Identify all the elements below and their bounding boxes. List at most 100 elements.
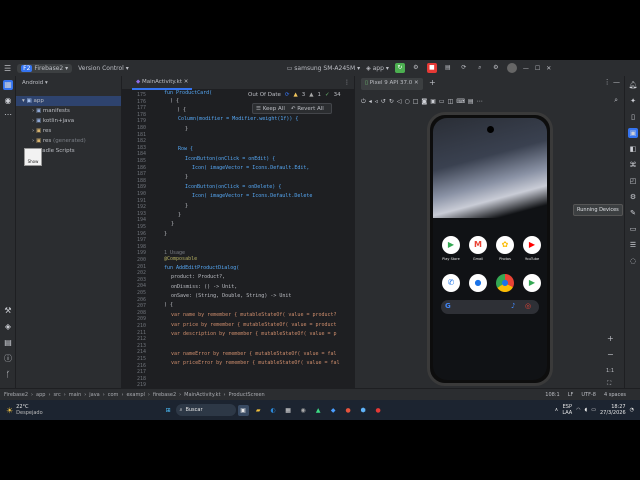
app-icon-4[interactable]: ⬢ — [358, 405, 369, 416]
device-selector[interactable]: ▭ samsung SM-A245M ▾ — [287, 65, 360, 72]
taskbar-search[interactable]: ⌕ Buscar — [175, 404, 236, 416]
stop-icon[interactable]: ■ — [426, 63, 437, 73]
problems-icon[interactable]: ⓘ — [3, 354, 13, 364]
wifi-icon[interactable]: ◠ — [576, 407, 580, 413]
breadcrumb-item[interactable]: com — [108, 392, 119, 398]
mic-icon[interactable]: ♪ — [511, 302, 515, 310]
play-games-icon[interactable]: ▶ — [523, 274, 541, 292]
breadcrumb-item[interactable]: Firebase2 — [4, 392, 28, 398]
settings-icon[interactable]: ⚙ — [491, 63, 501, 73]
device-explorer-icon[interactable]: ◧ — [628, 144, 638, 154]
git-icon[interactable]: ᚴ — [3, 370, 13, 380]
messages-icon[interactable]: ● — [469, 274, 487, 292]
maximize-icon[interactable]: ☐ — [535, 65, 540, 72]
clock[interactable]: 18:27 27/3/2026 — [600, 404, 626, 416]
tab-pixel9[interactable]: ▯ Pixel 9 API 37.0 ✕ — [361, 78, 423, 90]
gmail-icon[interactable]: M — [469, 236, 487, 254]
project-view-selector[interactable]: Android ▾ — [22, 78, 48, 88]
tree-item-gradle-scripts[interactable]: radle Scripts — [40, 146, 75, 156]
tab-mainactivity[interactable]: ◆ MainActivity.kt ✕ — [132, 76, 193, 90]
code-editor[interactable]: 175 176 177 178 179 180 181 182 183 184 185 186 187 1… — [122, 90, 354, 388]
device-manager-icon[interactable]: ▤ — [443, 63, 453, 73]
play-store-icon[interactable]: ▶ — [442, 236, 460, 254]
task-view-icon[interactable]: ▣ — [237, 404, 249, 416]
tree-item-kotlin-java[interactable]: › ▣ kotlin+java — [32, 116, 74, 126]
breadcrumb-item[interactable]: firebase2 — [153, 392, 176, 398]
debug-icon[interactable]: ⚙ — [411, 63, 421, 73]
breadcrumb-item[interactable]: MainActivity.kt — [184, 392, 220, 398]
zoom-in-button[interactable]: + — [607, 334, 614, 343]
file-encoding[interactable]: UTF-8 — [581, 392, 596, 398]
zoom-out-button[interactable]: − — [607, 350, 614, 359]
main-menu-icon[interactable]: ☰ — [4, 64, 11, 73]
tree-item-manifests[interactable]: › ▣ manifests — [32, 106, 70, 116]
chrome-icon[interactable]: ● — [496, 274, 514, 292]
device-manager-right-icon[interactable]: ▯ — [628, 112, 638, 122]
revert-all-button[interactable]: ↶ Revert All — [291, 106, 324, 112]
zoom-fit-button[interactable]: ⛶ — [607, 380, 611, 388]
tabs-menu-icon[interactable]: ⋮ — [344, 79, 350, 86]
phone-app-icon[interactable]: ✆ — [442, 274, 460, 292]
app-inspection-icon[interactable]: ⌘ — [628, 160, 638, 170]
lens-icon[interactable]: ◎ — [525, 302, 531, 310]
language-indicator[interactable]: ESP LAA — [562, 404, 572, 416]
more-tools-icon[interactable]: ⋯ — [3, 110, 13, 120]
terminal-icon[interactable]: ▤ — [3, 338, 13, 348]
youtube-icon[interactable]: ▶ — [523, 236, 541, 254]
zoom-actual-button[interactable]: 1:1 — [606, 368, 614, 374]
build-icon[interactable]: ⚒ — [3, 306, 13, 316]
inspection-widget[interactable]: Out Of Date ⟳ ▲ 3 ▲ 1 ✓ 34 — [248, 90, 341, 100]
phone-screen[interactable]: ▶ M ✿ ▶ Play Store Gmail Photos YouTube … — [433, 118, 547, 380]
app-icon-5[interactable]: ● — [373, 405, 384, 416]
running-devices-icon[interactable]: ▣ — [628, 128, 638, 138]
minimize-icon[interactable]: — — [523, 65, 529, 72]
notification-center-icon[interactable]: ◔ — [630, 407, 634, 413]
commit-tool-icon[interactable]: ◉ — [3, 96, 13, 106]
refresh-icon[interactable]: ⟳ — [285, 92, 290, 98]
volume-icon[interactable]: ◖ — [585, 407, 588, 413]
device-toolbar[interactable]: ⏻◂◃↺↻◁○□◙▣▭◫⌨▤⋯ — [361, 98, 486, 106]
app-icon-2[interactable]: ◆ — [328, 405, 339, 416]
weather-widget[interactable]: 22°C Despejado — [16, 404, 42, 416]
chat-icon[interactable]: ◌ — [628, 256, 638, 266]
breadcrumb-item[interactable]: src — [53, 392, 60, 398]
breadcrumb-item[interactable]: ProductScreen — [229, 392, 265, 398]
indent-setting[interactable]: 4 spaces — [604, 392, 626, 398]
assistant-icon[interactable]: ☰ — [628, 240, 638, 250]
store-icon[interactable]: ▦ — [283, 405, 294, 416]
tree-item-res[interactable]: › ▣ res — [32, 126, 51, 136]
project-selector[interactable]: F2 Firebase2 ▾ — [17, 63, 73, 73]
app-icon-1[interactable]: ◉ — [298, 405, 309, 416]
avatar[interactable] — [506, 63, 517, 73]
breadcrumb-item[interactable]: exampl — [126, 392, 144, 398]
file-explorer-icon[interactable]: ▰ — [253, 405, 264, 416]
line-ending[interactable]: LF — [568, 392, 574, 398]
photos-icon[interactable]: ✿ — [496, 236, 514, 254]
android-studio-taskbar-icon[interactable]: ▲ — [313, 405, 324, 416]
tree-item-app[interactable]: ▾ ▣ app — [16, 96, 121, 106]
layout-inspector-icon[interactable]: ◰ — [628, 176, 638, 186]
google-search-bar[interactable]: G ♪ ◎ — [441, 300, 539, 314]
tray-chevron-icon[interactable]: ∧ — [555, 407, 559, 413]
close-icon[interactable]: ✕ — [546, 65, 551, 72]
caret-position[interactable]: 108:1 — [545, 392, 559, 398]
breadcrumb-item[interactable]: main — [69, 392, 82, 398]
keep-all-button[interactable]: ☰ Keep All — [256, 106, 285, 112]
zoom-icon[interactable]: ⌕ — [614, 96, 618, 105]
edge-icon[interactable]: ◐ — [268, 405, 279, 416]
gemini-icon[interactable]: ✦ — [628, 96, 638, 106]
rerun-icon[interactable]: ↻ — [394, 63, 405, 73]
gradle-icon[interactable]: ◈ — [3, 322, 13, 332]
search-everywhere-icon[interactable]: ⌕ — [475, 63, 485, 73]
add-device-icon[interactable]: + — [429, 78, 436, 87]
tree-item-res-generated[interactable]: › ▣ res (generated) — [32, 136, 86, 146]
notifications-icon[interactable]: 🔔︎ — [628, 80, 638, 90]
emulator-icon[interactable]: ▭ — [628, 224, 638, 234]
breadcrumb-item[interactable]: java — [89, 392, 99, 398]
sync-icon[interactable]: ⟳ — [459, 63, 469, 73]
run-config-selector[interactable]: ◈ app ▾ — [366, 65, 389, 72]
project-tool-icon[interactable]: ▦ — [3, 80, 13, 90]
breadcrumb-item[interactable]: app — [36, 392, 45, 398]
app-icon-3[interactable]: ● — [343, 405, 354, 416]
vcs-selector[interactable]: Version Control ▾ — [78, 65, 129, 72]
